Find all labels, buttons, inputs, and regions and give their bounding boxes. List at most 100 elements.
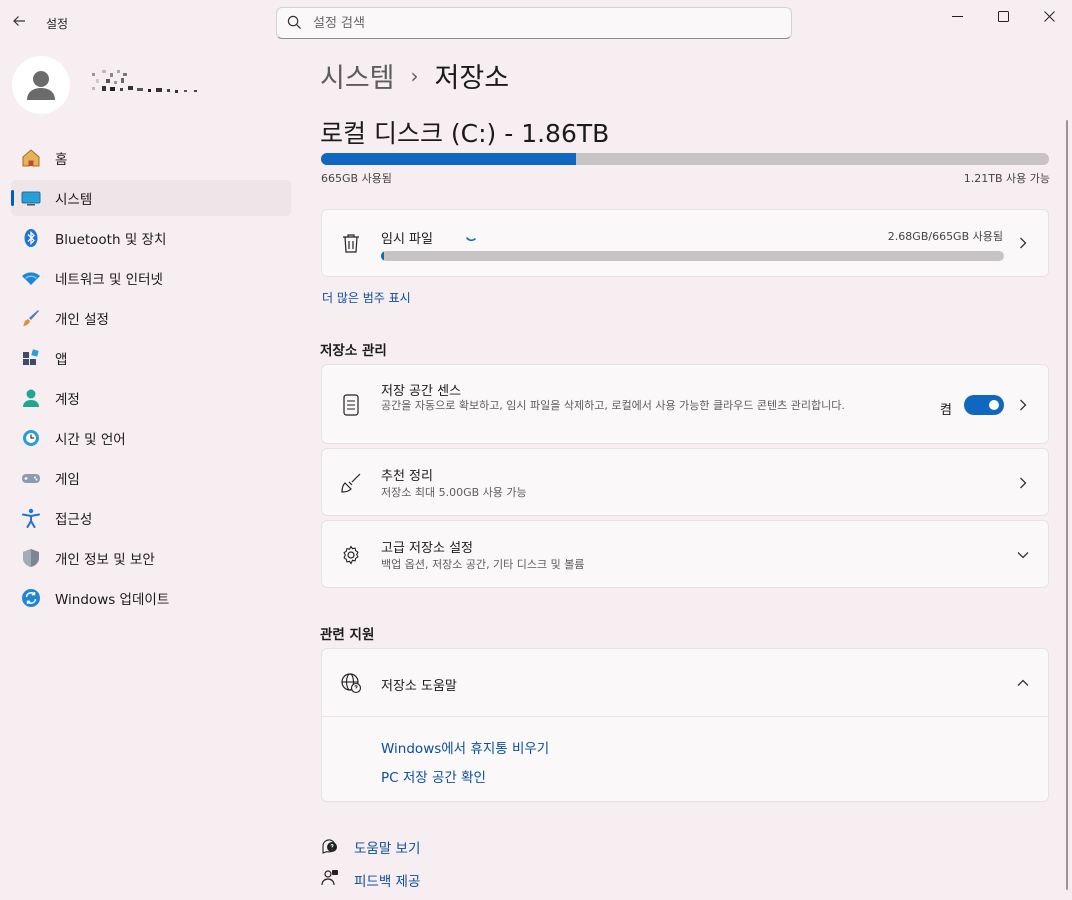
storage-sense-title: 저장 공간 센스: [381, 384, 462, 399]
disk-usage-bar: [321, 153, 1049, 165]
globe-help-icon: [340, 672, 362, 694]
close-icon: [1043, 10, 1055, 22]
temp-files-card[interactable]: 임시 파일 2.68GB/665GB 사용됨: [321, 209, 1049, 277]
feedback-icon: [320, 868, 340, 888]
update-icon: [21, 588, 41, 608]
gamepad-icon: [21, 468, 41, 488]
disk-title: 로컬 디스크 (C:) - 1.86TB: [320, 119, 610, 148]
sidebar-item-privacy[interactable]: 개인 정보 및 보안: [11, 540, 291, 576]
sidebar-item-accessibility[interactable]: 접근성: [11, 500, 291, 536]
chevron-right-icon: [1016, 476, 1030, 490]
sidebar-item-gaming[interactable]: 게임: [11, 460, 291, 496]
gear-icon: [340, 544, 362, 566]
temp-files-bar: [381, 251, 1004, 261]
bluetooth-icon: [21, 228, 41, 248]
toggle-state-label: 켬: [940, 403, 952, 418]
storage-drive-icon: [340, 394, 362, 416]
account-icon: [21, 388, 41, 408]
sidebar-item-label: 네트워크 및 인터넷: [55, 272, 163, 288]
advanced-storage-card[interactable]: 고급 저장소 설정 백업 옵션, 저장소 공간, 기타 디스크 및 볼륨: [321, 520, 1049, 588]
storage-sense-toggle[interactable]: [964, 395, 1004, 415]
back-button[interactable]: [8, 10, 30, 32]
trash-icon: [340, 232, 362, 254]
sidebar-item-label: 개인 정보 및 보안: [55, 552, 155, 568]
system-icon: [21, 188, 41, 208]
sidebar-item-system[interactable]: 시스템: [11, 180, 291, 216]
sidebar-item-label: Windows 업데이트: [55, 592, 170, 608]
empty-recycle-bin-link[interactable]: Windows에서 휴지통 비우기: [381, 737, 549, 757]
divider: [322, 716, 1048, 717]
home-icon: [21, 148, 41, 168]
sidebar-item-apps[interactable]: 앱: [11, 340, 291, 376]
avatar: [12, 56, 70, 114]
profile-name-redacted: [92, 70, 212, 96]
sidebar-item-label: Bluetooth 및 장치: [55, 232, 167, 248]
search-box[interactable]: [276, 7, 792, 39]
disk-free-label: 1.21TB 사용 가능: [963, 172, 1050, 185]
back-arrow-icon: [13, 16, 25, 26]
sidebar-item-label: 개인 설정: [55, 312, 109, 328]
sidebar-item-time-language[interactable]: 시간 및 언어: [11, 420, 291, 456]
chevron-down-icon: [1016, 548, 1030, 562]
loading-spinner-icon: [466, 237, 476, 242]
chevron-right-icon: [1016, 398, 1030, 412]
page-title: 저장소: [434, 63, 510, 94]
user-profile[interactable]: [12, 56, 282, 116]
cleanup-recommendations-card[interactable]: 추천 정리 저장소 최대 5.00GB 사용 가능: [321, 448, 1049, 516]
storage-help-header[interactable]: 저장소 도움말: [322, 649, 1048, 716]
check-pc-storage-link[interactable]: PC 저장 공간 확인: [381, 766, 486, 786]
temp-files-title: 임시 파일: [381, 232, 433, 247]
storage-sense-card[interactable]: 저장 공간 센스 공간을 자동으로 확보하고, 임시 파일을 삭제하고, 로컬에…: [321, 364, 1049, 444]
storage-sense-description: 공간을 자동으로 확보하고, 임시 파일을 삭제하고, 로컬에서 사용 가능한 …: [381, 399, 845, 412]
maximize-icon: [997, 10, 1009, 22]
shield-icon: [21, 548, 41, 568]
cleanup-title: 추천 정리: [381, 469, 433, 484]
related-support-heading: 관련 지원: [320, 627, 375, 643]
apps-icon: [21, 348, 41, 368]
advanced-storage-description: 백업 옵션, 저장소 공간, 기타 디스크 및 볼륨: [381, 558, 585, 571]
search-icon: [287, 15, 303, 31]
maximize-button[interactable]: [980, 0, 1026, 32]
sidebar-item-label: 시스템: [55, 192, 93, 208]
more-categories-link[interactable]: 더 많은 범주 표시: [322, 289, 411, 306]
sidebar-item-accounts[interactable]: 계정: [11, 380, 291, 416]
time-language-icon: [21, 428, 41, 448]
toggle-knob: [989, 400, 999, 410]
sidebar-item-network[interactable]: 네트워크 및 인터넷: [11, 260, 291, 296]
close-button[interactable]: [1026, 0, 1072, 32]
get-help-icon: [320, 835, 340, 855]
storage-help-title: 저장소 도움말: [381, 679, 457, 694]
breadcrumb-separator: ›: [410, 63, 419, 88]
chevron-right-icon: [1016, 236, 1030, 250]
title-bar: 설정: [0, 0, 1072, 44]
app-title: 설정: [46, 17, 69, 31]
sidebar-item-bluetooth[interactable]: Bluetooth 및 장치: [11, 220, 291, 256]
broom-icon: [340, 472, 362, 494]
sidebar-item-label: 앱: [55, 352, 68, 368]
minimize-icon: [951, 15, 963, 17]
search-input[interactable]: [313, 15, 753, 31]
get-help-link[interactable]: 도움말 보기: [354, 837, 420, 857]
sidebar-item-label: 홈: [55, 152, 68, 168]
breadcrumb-parent[interactable]: 시스템: [320, 56, 395, 95]
minimize-button[interactable]: [934, 0, 980, 32]
disk-usage-fill: [321, 153, 576, 165]
sidebar-item-personalization[interactable]: 개인 설정: [11, 300, 291, 336]
advanced-storage-title: 고급 저장소 설정: [381, 541, 473, 556]
sidebar-item-home[interactable]: 홈: [11, 140, 291, 176]
feedback-link[interactable]: 피드백 제공: [354, 870, 420, 890]
scrollbar[interactable]: [1066, 120, 1068, 890]
cleanup-description: 저장소 최대 5.00GB 사용 가능: [381, 486, 527, 499]
sidebar-item-label: 계정: [55, 392, 80, 408]
chevron-up-icon: [1016, 676, 1030, 690]
sidebar-nav: 홈 시스템 Bluetooth 및 장치 네트워크 및 인터넷 개인 설정 앱: [11, 140, 291, 620]
sidebar-item-label: 시간 및 언어: [55, 432, 126, 448]
temp-files-usage: 2.68GB/665GB 사용됨: [887, 230, 1003, 243]
storage-management-heading: 저장소 관리: [320, 343, 387, 359]
accessibility-icon: [21, 508, 41, 528]
user-avatar-icon: [27, 71, 55, 100]
temp-files-fill: [381, 251, 385, 261]
sidebar-item-label: 게임: [55, 472, 80, 488]
breadcrumb: 시스템 › 저장소: [320, 56, 509, 95]
sidebar-item-windows-update[interactable]: Windows 업데이트: [11, 580, 291, 616]
